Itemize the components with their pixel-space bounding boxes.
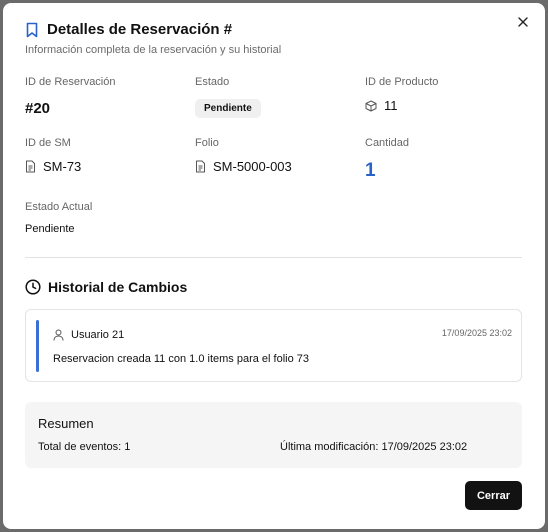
history-date: 17/09/2025 23:02 <box>441 328 512 338</box>
document-icon <box>25 160 36 173</box>
history-header: Historial de Cambios <box>25 279 187 295</box>
divider <box>25 257 522 258</box>
folio-label: Folio <box>195 137 219 149</box>
history-accent-bar <box>36 320 39 372</box>
product-id-value: 11 <box>384 98 398 113</box>
history-title: Historial de Cambios <box>48 279 188 295</box>
folio-value: SM-5000-003 <box>213 159 292 174</box>
reservation-details-dialog: Detalles de Reservación # Información co… <box>3 3 545 529</box>
summary-title: Resumen <box>38 416 94 431</box>
summary-total-events: Total de eventos: 1 <box>38 441 131 453</box>
reservation-id-label: ID de Reservación <box>25 76 116 88</box>
status-badge: Pendiente <box>195 99 261 118</box>
status-label: Estado <box>195 76 230 88</box>
history-description: Reservacion creada 11 con 1.0 items para… <box>53 353 309 365</box>
box-icon <box>365 100 377 112</box>
current-status-value: Pendiente <box>25 223 75 235</box>
quantity-label: Cantidad <box>365 137 410 149</box>
clock-icon <box>25 279 41 295</box>
dialog-title: Detalles de Reservación # <box>47 21 233 38</box>
folio-field: SM-5000-003 <box>195 159 292 174</box>
product-id-label: ID de Producto <box>365 76 439 88</box>
reservation-id-value: #20 <box>25 100 51 117</box>
history-user-name: Usuario 21 <box>71 329 125 341</box>
product-id-field: 11 <box>365 98 398 113</box>
close-button[interactable]: Cerrar <box>465 481 522 510</box>
user-icon <box>53 329 64 341</box>
document-icon <box>195 160 206 173</box>
summary-panel: Resumen Total de eventos: 1 Última modif… <box>25 402 522 468</box>
close-icon[interactable] <box>515 14 531 30</box>
sm-id-value: SM-73 <box>43 159 82 174</box>
bookmark-icon <box>25 22 39 38</box>
sm-id-field: SM-73 <box>25 159 81 174</box>
sm-id-label: ID de SM <box>25 137 71 149</box>
dialog-subtitle: Información completa de la reservación y… <box>25 44 282 56</box>
summary-last-modified: Última modificación: 17/09/2025 23:02 <box>280 441 468 453</box>
current-status-label: Estado Actual <box>25 201 93 213</box>
history-user: Usuario 21 <box>53 329 124 341</box>
dialog-header: Detalles de Reservación # <box>25 21 232 38</box>
quantity-value: 1 <box>365 160 376 181</box>
history-entry: Usuario 21 17/09/2025 23:02 Reservacion … <box>25 309 522 382</box>
